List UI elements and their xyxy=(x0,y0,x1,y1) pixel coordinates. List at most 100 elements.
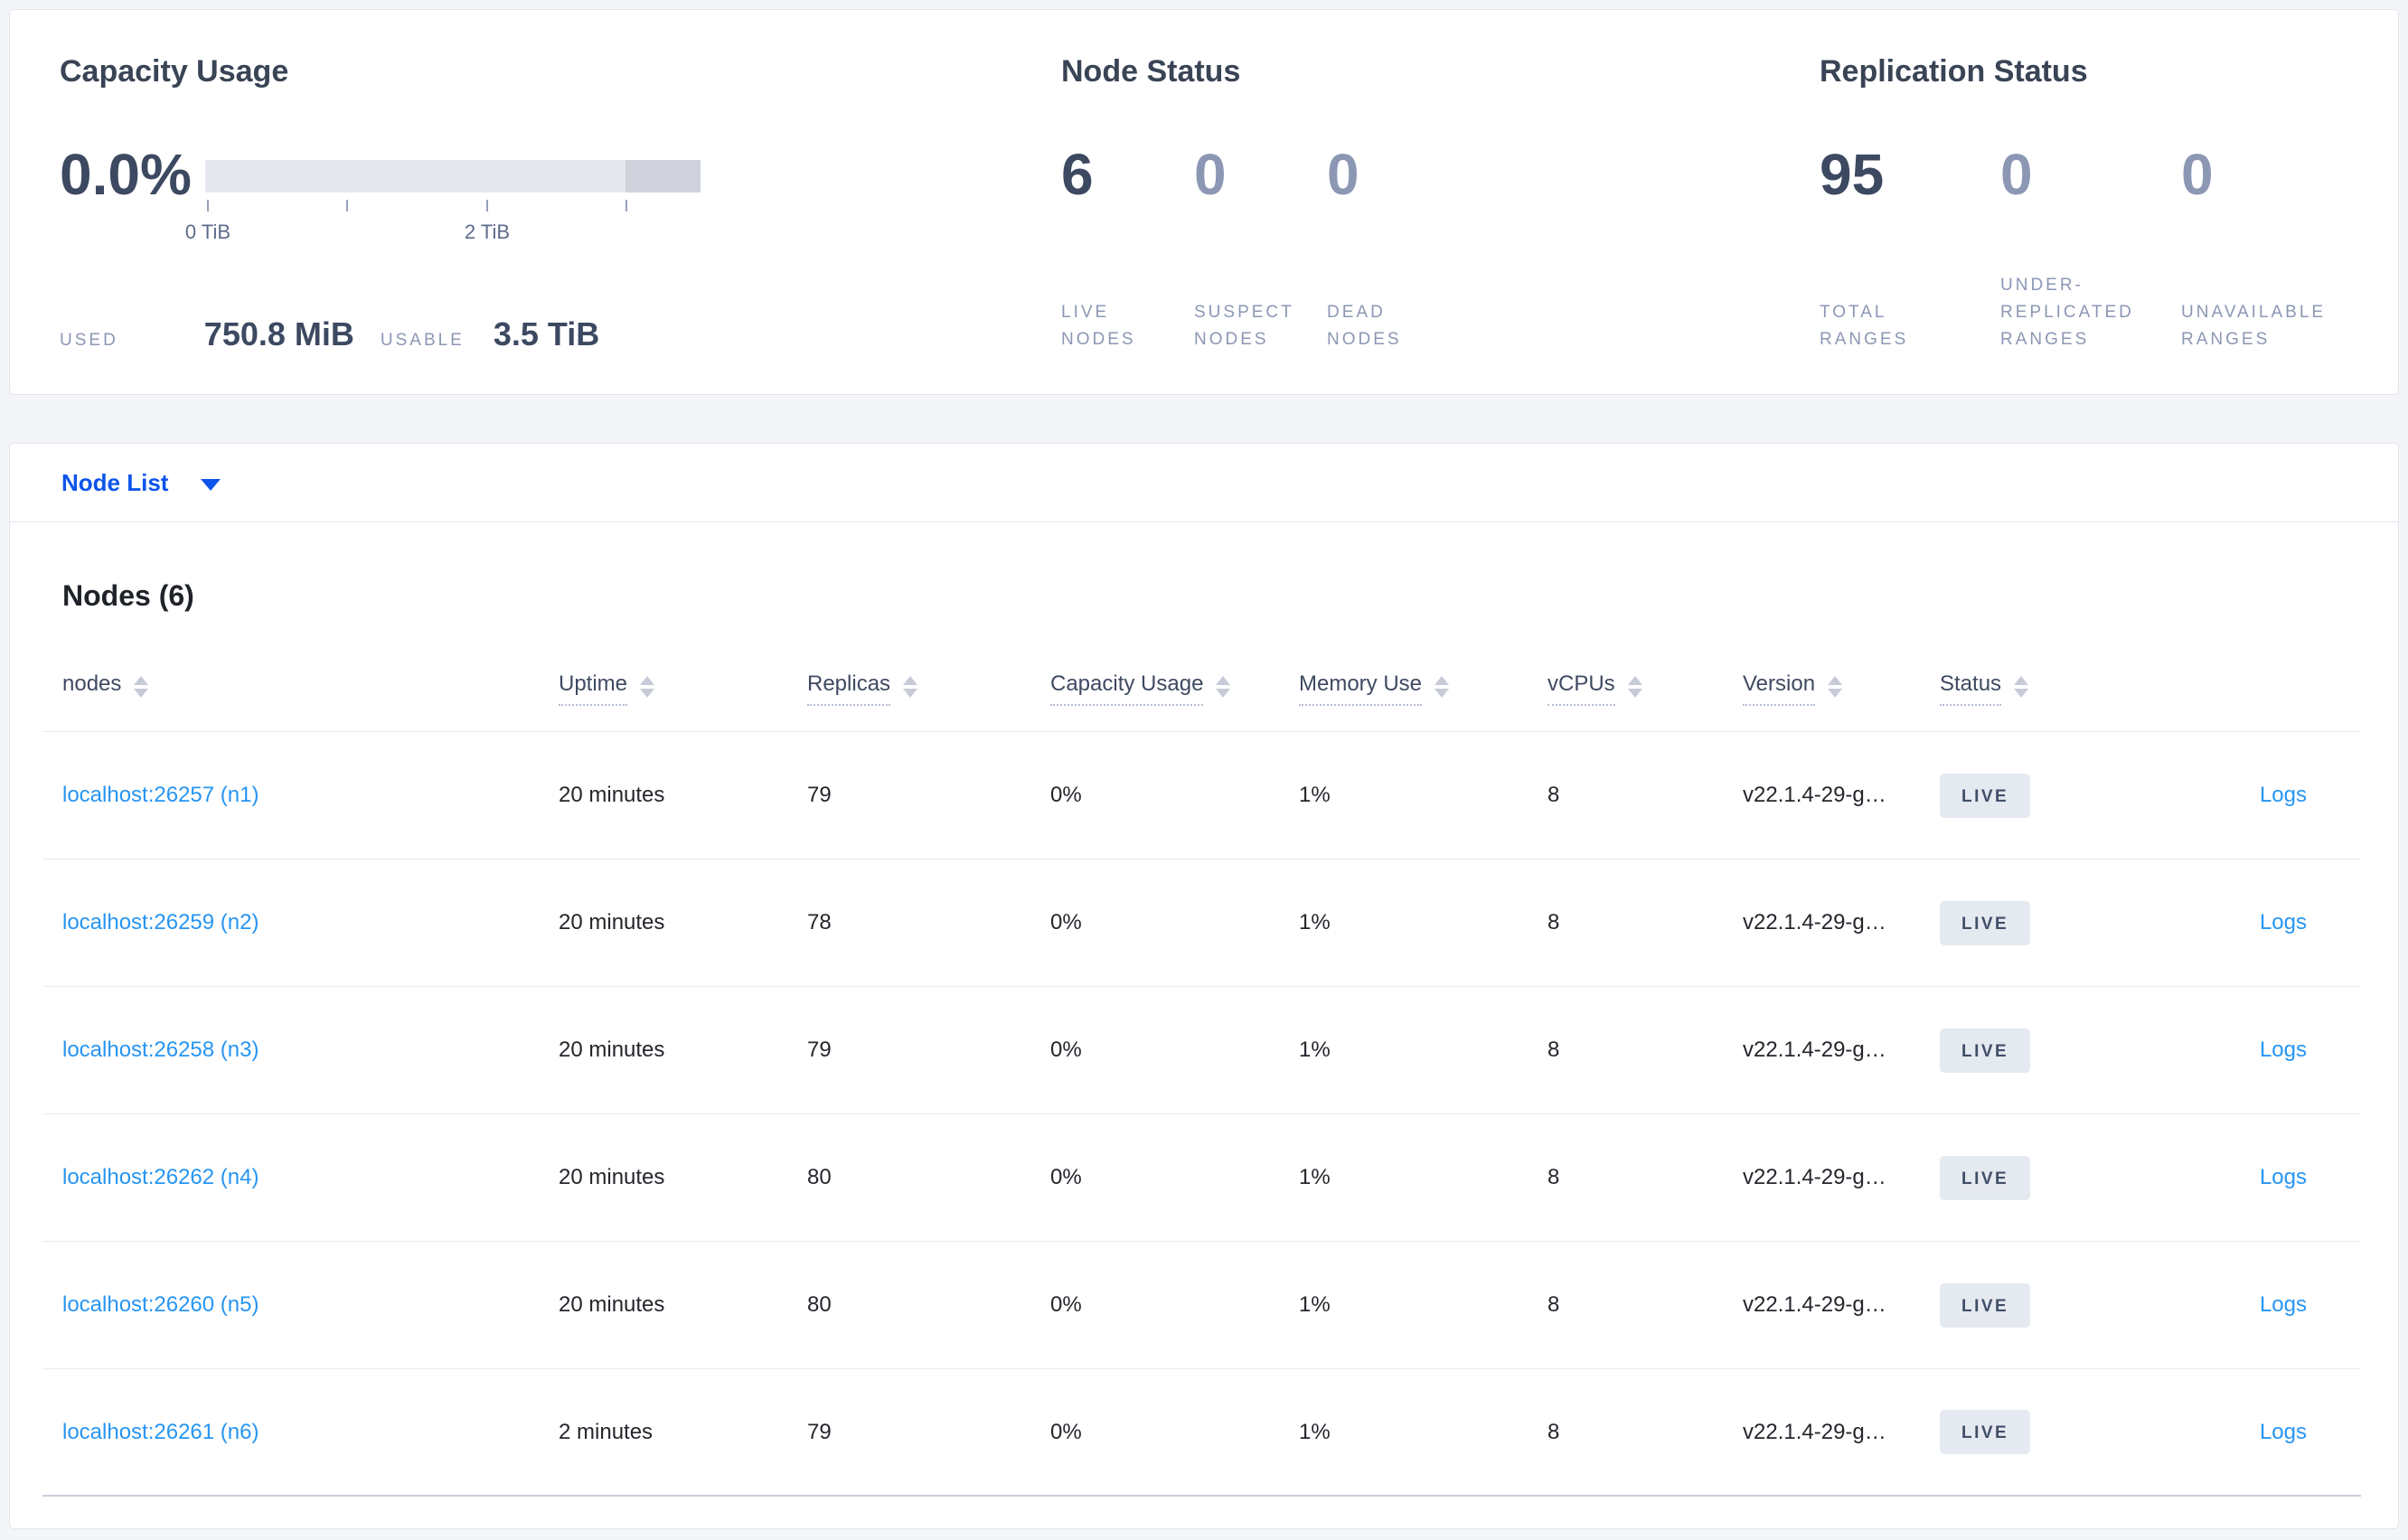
logs-link[interactable]: Logs xyxy=(2260,1165,2307,1189)
sort-icon xyxy=(134,676,149,698)
vcpus-cell: 8 xyxy=(1547,910,1560,934)
total-ranges-stat: 95 TOTAL RANGES xyxy=(1820,146,2000,353)
logs-link[interactable]: Logs xyxy=(2260,910,2307,934)
capacity-usage-title: Capacity Usage xyxy=(60,54,289,89)
axis-tick xyxy=(207,200,209,211)
axis-label-2tib: 2 TiB xyxy=(464,221,511,243)
unavailable-label: UNAVAILABLE RANGES xyxy=(2181,303,2327,349)
sort-icon xyxy=(1434,676,1450,698)
live-nodes-count: 6 xyxy=(1061,142,1094,207)
node-link[interactable]: localhost:26260 (n5) xyxy=(62,1292,259,1317)
column-header-capacity-usage[interactable]: Capacity Usage xyxy=(1050,671,1299,706)
live-nodes-stat: 6 LIVE NODES xyxy=(1061,146,1194,353)
logs-link[interactable]: Logs xyxy=(2260,1038,2307,1062)
capacity-used-usable: USED 750.8 MiB USABLE 3.5 TiB xyxy=(60,315,1061,353)
vcpus-cell: 8 xyxy=(1547,1165,1560,1189)
live-nodes-label: LIVE NODES xyxy=(1061,303,1136,349)
version-cell: v22.1.4-29-g… xyxy=(1743,910,1886,934)
node-link[interactable]: localhost:26257 (n1) xyxy=(62,783,259,807)
axis-tick xyxy=(626,200,627,211)
node-link[interactable]: localhost:26259 (n2) xyxy=(62,910,259,934)
suspect-nodes-count: 0 xyxy=(1194,142,1227,207)
total-ranges-label: TOTAL RANGES xyxy=(1820,303,1909,349)
replicas-cell: 79 xyxy=(807,783,832,807)
capacity-cell: 0% xyxy=(1050,1165,1082,1189)
used-label: USED xyxy=(60,331,118,350)
memory-cell: 1% xyxy=(1299,783,1331,807)
unavailable-count: 0 xyxy=(2181,142,2214,207)
column-header-status[interactable]: Status xyxy=(1940,671,2165,706)
uptime-cell: 20 minutes xyxy=(559,1165,665,1189)
memory-cell: 1% xyxy=(1299,1419,1331,1444)
node-link[interactable]: localhost:26262 (n4) xyxy=(62,1165,259,1189)
node-status-title: Node Status xyxy=(1061,54,1241,89)
replication-status-section: Replication Status 95 TOTAL RANGES 0 UND… xyxy=(1820,53,2398,353)
uptime-cell: 2 minutes xyxy=(559,1419,654,1444)
capacity-cell: 0% xyxy=(1050,1292,1082,1317)
vcpus-cell: 8 xyxy=(1547,783,1560,807)
logs-link[interactable]: Logs xyxy=(2260,783,2307,807)
capacity-usage-section: Capacity Usage 0.0% 0 TiB 2 TiB USED 750… xyxy=(60,53,1061,353)
node-list-dropdown-label: Node List xyxy=(61,468,169,496)
capacity-bar-track xyxy=(205,160,701,192)
capacity-bar: 0 TiB 2 TiB xyxy=(185,146,701,246)
capacity-cell: 0% xyxy=(1050,910,1082,934)
column-header-nodes[interactable]: nodes xyxy=(42,671,559,706)
usable-label: USABLE xyxy=(380,331,465,350)
memory-cell: 1% xyxy=(1299,1165,1331,1189)
nodes-table: nodes Uptime Replicas Capacity Usage Mem… xyxy=(42,662,2361,1497)
node-list-header-bar: Node List xyxy=(10,444,2398,522)
version-cell: v22.1.4-29-g… xyxy=(1743,1292,1886,1317)
replicas-cell: 78 xyxy=(807,910,832,934)
table-row-n2: localhost:26259 (n2) 20 minutes 78 0% 1%… xyxy=(42,859,2361,987)
column-header-version[interactable]: Version xyxy=(1743,671,1940,706)
node-status-section: Node Status 6 LIVE NODES 0 SUSPECT NODES… xyxy=(1061,53,1820,353)
uptime-cell: 20 minutes xyxy=(559,783,665,807)
replicas-cell: 80 xyxy=(807,1292,832,1317)
status-badge: LIVE xyxy=(1940,900,2031,945)
suspect-nodes-stat: 0 SUSPECT NODES xyxy=(1194,146,1327,353)
vcpus-cell: 8 xyxy=(1547,1419,1560,1444)
capacity-cell: 0% xyxy=(1050,1419,1082,1444)
dead-nodes-stat: 0 DEAD NODES xyxy=(1327,146,1460,353)
suspect-nodes-label: SUSPECT NODES xyxy=(1194,303,1294,349)
axis-tick xyxy=(486,200,488,211)
memory-cell: 1% xyxy=(1299,910,1331,934)
version-cell: v22.1.4-29-g… xyxy=(1743,1038,1886,1062)
status-badge: LIVE xyxy=(1940,1155,2031,1200)
column-header-memory-use[interactable]: Memory Use xyxy=(1299,671,1547,706)
under-replicated-label: UNDER- REPLICATED RANGES xyxy=(2000,276,2134,349)
replicas-cell: 79 xyxy=(807,1038,832,1062)
node-list-dropdown[interactable]: Node List xyxy=(61,469,221,497)
axis-label-0tib: 0 TiB xyxy=(184,221,231,243)
capacity-axis-ticks xyxy=(205,200,701,219)
unavailable-ranges-stat: 0 UNAVAILABLE RANGES xyxy=(2181,146,2362,353)
total-ranges-count: 95 xyxy=(1820,142,1885,207)
node-link[interactable]: localhost:26261 (n6) xyxy=(62,1420,259,1444)
version-cell: v22.1.4-29-g… xyxy=(1743,1165,1886,1189)
dead-nodes-label: DEAD NODES xyxy=(1327,303,1402,349)
capacity-axis-labels: 0 TiB 2 TiB xyxy=(185,221,701,246)
replication-status-title: Replication Status xyxy=(1820,54,2088,89)
sort-icon xyxy=(1216,676,1231,698)
column-header-logs-empty xyxy=(2165,671,2361,706)
under-replicated-ranges-stat: 0 UNDER- REPLICATED RANGES xyxy=(2000,146,2181,353)
column-header-uptime[interactable]: Uptime xyxy=(559,671,807,706)
status-badge: LIVE xyxy=(1940,1028,2031,1073)
table-row-n4: localhost:26262 (n4) 20 minutes 80 0% 1%… xyxy=(42,1114,2361,1242)
status-badge: LIVE xyxy=(1940,1282,2031,1328)
column-header-replicas[interactable]: Replicas xyxy=(807,671,1050,706)
sort-icon xyxy=(640,676,655,698)
column-header-vcpus[interactable]: vCPUs xyxy=(1547,671,1743,706)
table-row-n5: localhost:26260 (n5) 20 minutes 80 0% 1%… xyxy=(42,1242,2361,1369)
uptime-cell: 20 minutes xyxy=(559,1292,665,1317)
capacity-usage-chart: 0.0% 0 TiB 2 TiB xyxy=(60,146,1061,246)
node-link[interactable]: localhost:26258 (n3) xyxy=(62,1038,259,1062)
memory-cell: 1% xyxy=(1299,1038,1331,1062)
vcpus-cell: 8 xyxy=(1547,1292,1560,1317)
logs-link[interactable]: Logs xyxy=(2260,1292,2307,1317)
version-cell: v22.1.4-29-g… xyxy=(1743,1419,1886,1444)
usable-value: 3.5 TiB xyxy=(493,315,600,352)
logs-link[interactable]: Logs xyxy=(2260,1420,2307,1444)
capacity-percent: 0.0% xyxy=(60,142,192,207)
